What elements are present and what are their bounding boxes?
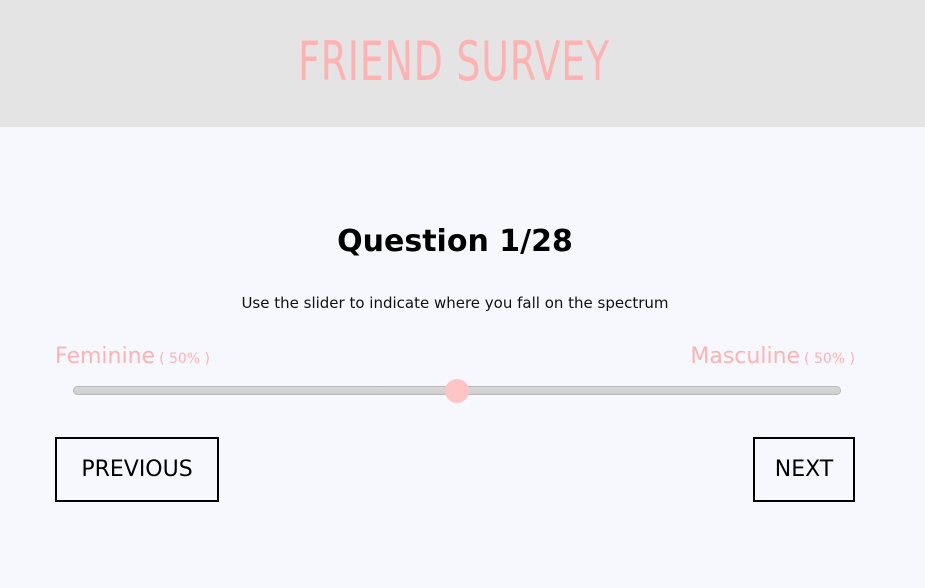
masculine-percent: ( 50% ) [804, 351, 855, 367]
slider-left-label: Feminine( 50% ) [55, 342, 210, 372]
masculine-label: Masculine [690, 344, 801, 369]
site-header: FRIEND SURVEY [0, 0, 925, 127]
spectrum-slider-track[interactable] [73, 379, 841, 403]
next-button[interactable]: NEXT [753, 437, 855, 502]
previous-button[interactable]: PREVIOUS [55, 437, 219, 502]
feminine-label: Feminine [55, 344, 156, 369]
slider-right-label: Masculine( 50% ) [690, 342, 855, 372]
question-title: Question 1/28 [337, 224, 573, 259]
site-title: FRIEND SURVEY [298, 30, 610, 93]
question-instructions: Use the slider to indicate where you fal… [241, 294, 669, 312]
feminine-percent: ( 50% ) [159, 351, 211, 367]
spectrum-slider-thumb[interactable] [445, 379, 469, 403]
